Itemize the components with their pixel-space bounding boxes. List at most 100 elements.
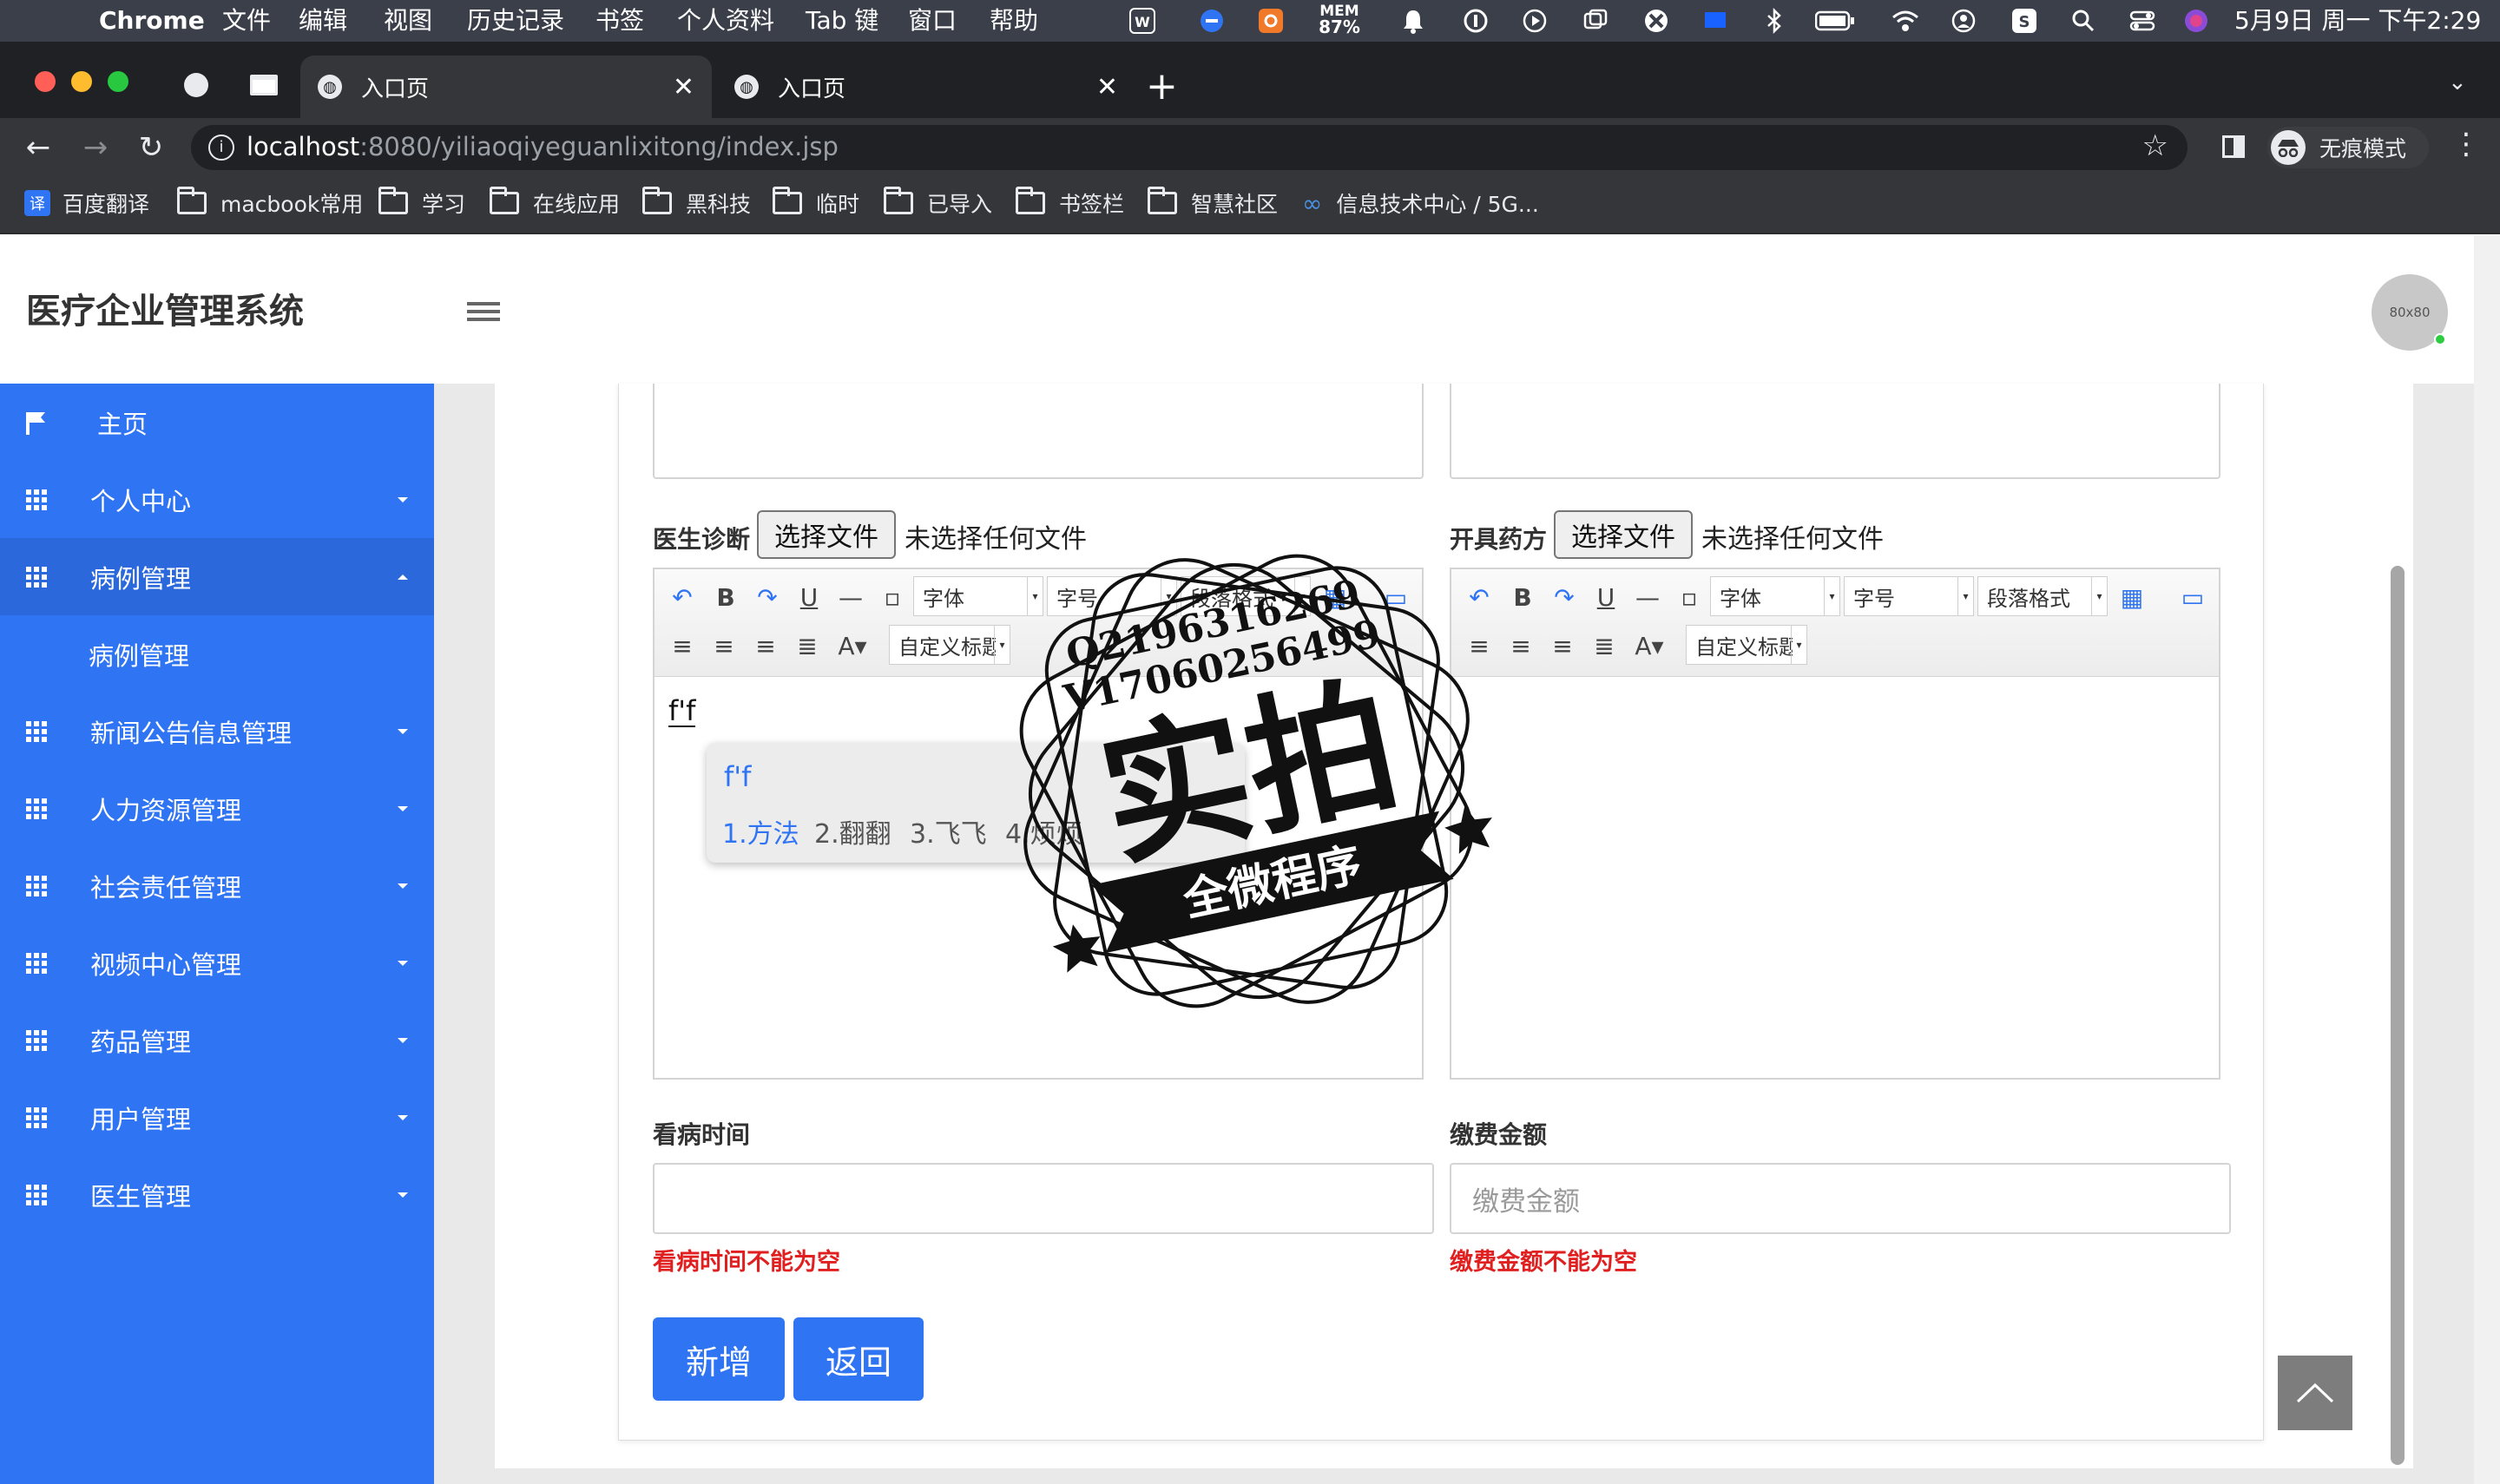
tab-close-icon[interactable]: ✕ bbox=[1096, 72, 1118, 102]
menu-file[interactable]: 文件 bbox=[222, 5, 271, 36]
play-icon[interactable] bbox=[1521, 7, 1549, 35]
wps-icon[interactable]: W bbox=[1128, 7, 1156, 35]
ime-candidate-4[interactable]: 4.烦烦 bbox=[1005, 812, 1082, 850]
redo-icon[interactable]: ↷ bbox=[750, 580, 785, 614]
font-family-select[interactable]: 字体 ▾ bbox=[913, 576, 1043, 616]
preview-monitor-icon[interactable]: ▭ bbox=[1378, 580, 1413, 614]
menu-history[interactable]: 历史记录 bbox=[467, 5, 564, 36]
custom-heading-select[interactable]: 自定义标题 ▾ bbox=[889, 625, 1010, 665]
battery-icon[interactable] bbox=[1814, 7, 1856, 35]
visit-time-input[interactable] bbox=[653, 1163, 1434, 1234]
font-size-select[interactable]: 字号 ▾ bbox=[1844, 576, 1974, 616]
chat-bubble-icon[interactable] bbox=[1198, 7, 1226, 35]
prescription-rich-editor[interactable]: ↶ B ↷ U — ▫ 字体 ▾ 字号 ▾ 段落格式 ▾ ▦ ▭ ≡ ≡ ≡ ≣ A▾… bbox=[1450, 568, 2220, 1080]
ime-candidate-2[interactable]: 2.翻翻 bbox=[814, 812, 891, 850]
menu-profile[interactable]: 个人资料 bbox=[677, 5, 774, 36]
clock[interactable]: 5月9日 周一 下午2:29 bbox=[2234, 5, 2481, 36]
panel-scrollbar-thumb[interactable] bbox=[2391, 566, 2405, 1465]
bookmark-baidu-translate[interactable]: 译 百度翻译 bbox=[24, 186, 149, 220]
bold-icon[interactable]: B bbox=[708, 580, 743, 614]
windows-icon[interactable] bbox=[1582, 7, 1609, 35]
align-left-icon[interactable]: ≡ bbox=[1462, 628, 1497, 663]
font-color-icon[interactable]: A▾ bbox=[835, 628, 870, 663]
new-document-icon[interactable]: ▫ bbox=[1672, 580, 1707, 614]
table-icon[interactable]: ▦ bbox=[2115, 580, 2149, 614]
tab-close-icon[interactable]: ✕ bbox=[673, 72, 694, 102]
undo-icon[interactable]: ↶ bbox=[1462, 580, 1497, 614]
bookmark-folder[interactable]: macbook常用 bbox=[177, 186, 363, 220]
bookmark-folder[interactable]: 学习 bbox=[378, 186, 465, 220]
bluetooth-icon[interactable] bbox=[1760, 7, 1788, 35]
menu-window[interactable]: 窗口 bbox=[908, 5, 957, 36]
network-tool-icon[interactable] bbox=[1642, 7, 1670, 35]
site-info-icon[interactable]: i bbox=[208, 135, 234, 161]
table-icon[interactable]: ▦ bbox=[1318, 580, 1352, 614]
menu-bookmarks[interactable]: 书签 bbox=[595, 5, 644, 36]
sidebar-item-video-center[interactable]: 视频中心管理 bbox=[0, 924, 434, 1001]
preview-monitor-icon[interactable]: ▭ bbox=[2175, 580, 2210, 614]
font-family-select[interactable]: 字体 ▾ bbox=[1710, 576, 1840, 616]
back-button[interactable]: 返回 bbox=[793, 1317, 924, 1401]
bookmark-folder[interactable]: 临时 bbox=[773, 186, 859, 220]
font-color-icon[interactable]: A▾ bbox=[1632, 628, 1667, 663]
display-icon[interactable] bbox=[1701, 7, 1729, 35]
horizontal-rule-icon[interactable]: — bbox=[833, 580, 868, 614]
reload-icon[interactable]: ↻ bbox=[132, 128, 170, 167]
bookmark-star-icon[interactable]: ☆ bbox=[2142, 128, 2168, 163]
align-justify-icon[interactable]: ≣ bbox=[1587, 628, 1622, 663]
sidebar-item-medicine[interactable]: 药品管理 bbox=[0, 1001, 434, 1079]
redo-icon[interactable]: ↷ bbox=[1547, 580, 1582, 614]
new-tab-button[interactable]: + bbox=[1146, 64, 1178, 108]
sidebar-item-news[interactable]: 新闻公告信息管理 bbox=[0, 693, 434, 770]
ime-candidate-1[interactable]: 1.方法 bbox=[722, 812, 799, 850]
underline-icon[interactable]: U bbox=[1589, 580, 1623, 614]
page-scroll-track[interactable] bbox=[2474, 236, 2500, 1484]
window-minimize-button[interactable] bbox=[71, 71, 92, 92]
add-button[interactable]: 新增 bbox=[653, 1317, 785, 1401]
sidebar-subitem-cases[interactable]: 病例管理 bbox=[0, 615, 434, 693]
wifi-icon[interactable] bbox=[1891, 7, 1918, 35]
tab-search-chevron-icon[interactable]: ⌄ bbox=[2448, 69, 2467, 95]
fee-input[interactable]: 缴费金额 bbox=[1450, 1163, 2231, 1234]
pinned-tab-globe-icon[interactable] bbox=[184, 73, 208, 97]
menu-tab[interactable]: Tab 键 bbox=[806, 5, 878, 36]
memory-monitor[interactable]: MEM 87% bbox=[1318, 3, 1361, 36]
ime-candidate-3[interactable]: 3.飞飞 bbox=[910, 812, 987, 850]
back-to-top-button[interactable] bbox=[2278, 1356, 2352, 1430]
bookmark-folder[interactable]: 黑科技 bbox=[642, 186, 751, 220]
underline-icon[interactable]: U bbox=[792, 580, 826, 614]
sidebar-item-doctors[interactable]: 医生管理 bbox=[0, 1156, 434, 1233]
textarea-above-right[interactable] bbox=[1450, 384, 2220, 479]
paragraph-format-select[interactable]: 段落格式 ▾ bbox=[1181, 576, 1311, 616]
orange-gear-icon[interactable] bbox=[1257, 7, 1285, 35]
paragraph-format-select[interactable]: 段落格式 ▾ bbox=[1977, 576, 2108, 616]
bookmark-folder[interactable]: 智慧社区 bbox=[1148, 186, 1278, 220]
password-manager-icon[interactable] bbox=[1462, 7, 1490, 35]
align-center-icon[interactable]: ≡ bbox=[1503, 628, 1538, 663]
undo-icon[interactable]: ↶ bbox=[665, 580, 700, 614]
bookmark-folder[interactable]: 书签栏 bbox=[1016, 186, 1124, 220]
back-arrow-icon[interactable]: ← bbox=[19, 128, 57, 167]
sidebar-item-cases[interactable]: 病例管理 bbox=[0, 538, 434, 615]
control-center-icon[interactable] bbox=[2128, 7, 2156, 35]
menu-view[interactable]: 视图 bbox=[384, 5, 432, 36]
align-center-icon[interactable]: ≡ bbox=[707, 628, 741, 663]
bookmark-info-center[interactable]: ∞ 信息技术中心 / 5G... bbox=[1302, 186, 1539, 220]
bold-icon[interactable]: B bbox=[1505, 580, 1540, 614]
sidebar-item-users[interactable]: 用户管理 bbox=[0, 1079, 434, 1156]
window-close-button[interactable] bbox=[35, 71, 56, 92]
avatar[interactable]: 80x80 bbox=[2372, 274, 2448, 351]
prescription-choose-file-button[interactable]: 选择文件 bbox=[1554, 510, 1693, 559]
siri-icon[interactable] bbox=[2182, 7, 2210, 35]
menu-help[interactable]: 帮助 bbox=[990, 5, 1038, 36]
incognito-chip[interactable]: 无痕模式 bbox=[2267, 127, 2429, 168]
bell-icon[interactable] bbox=[1399, 7, 1427, 35]
align-right-icon[interactable]: ≡ bbox=[748, 628, 783, 663]
align-right-icon[interactable]: ≡ bbox=[1545, 628, 1580, 663]
address-bar[interactable]: i localhost:8080/yiliaoqiyeguanlixitong/… bbox=[191, 125, 2188, 170]
bookmark-folder[interactable]: 已导入 bbox=[884, 186, 992, 220]
bookmark-folder[interactable]: 在线应用 bbox=[490, 186, 620, 220]
tab-inactive[interactable]: ◍ 入口页 ✕ bbox=[729, 56, 1128, 118]
hamburger-menu-icon[interactable] bbox=[467, 299, 500, 325]
sidebar-item-home[interactable]: 主页 bbox=[0, 384, 434, 461]
